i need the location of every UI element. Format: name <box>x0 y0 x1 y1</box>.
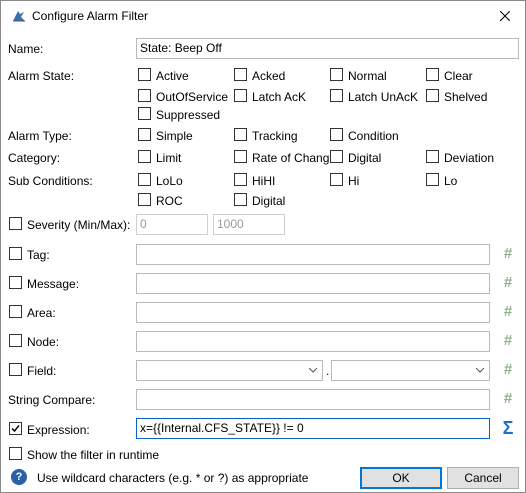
category-deviation-label: Deviation <box>444 151 495 165</box>
sub-condition-roc-label: ROC <box>156 194 183 208</box>
alarm-type-condition-checkbox[interactable] <box>330 128 343 141</box>
severity-max-input[interactable]: 1000 <box>213 214 285 235</box>
field-dropdown-1[interactable] <box>136 360 323 381</box>
alarm-state-outofservice-label: OutOfService <box>156 90 229 104</box>
close-button[interactable] <box>485 1 525 31</box>
name-input[interactable]: State: Beep Off <box>136 38 519 59</box>
severity-checkbox[interactable] <box>9 217 22 230</box>
tag-label: Tag: <box>27 248 50 262</box>
sub-condition-lolo-checkbox[interactable] <box>138 173 151 186</box>
alarm-state-normal-label: Normal <box>348 69 387 83</box>
configure-alarm-filter-dialog: Configure Alarm Filter Name: State: Beep… <box>0 0 526 493</box>
severity-label: Severity (Min/Max): <box>27 218 131 232</box>
alarm-state-suppressed-label: Suppressed <box>156 108 221 122</box>
show-in-runtime-checkbox[interactable] <box>9 447 22 460</box>
help-icon: ? <box>11 469 27 485</box>
sub-condition-digital-checkbox[interactable] <box>234 193 247 206</box>
sub-condition-hi-label: Hi <box>348 174 360 188</box>
alarm-type-tracking-label: Tracking <box>252 129 298 143</box>
message-label: Message: <box>27 277 80 291</box>
alarm-state-active-checkbox[interactable] <box>138 68 151 81</box>
sigma-icon[interactable]: Σ <box>500 419 516 437</box>
severity-min-input[interactable]: 0 <box>136 214 208 235</box>
node-input[interactable] <box>136 331 490 352</box>
category-rate-of-change-checkbox[interactable] <box>234 150 247 163</box>
cancel-button[interactable]: Cancel <box>447 467 519 489</box>
alarm-state-latch-unack-label: Latch UnAcK <box>348 90 419 104</box>
sub-condition-lo-checkbox[interactable] <box>426 173 439 186</box>
area-checkbox[interactable] <box>9 305 22 318</box>
alarm-state-acked-checkbox[interactable] <box>234 68 247 81</box>
tag-input[interactable] <box>136 244 490 265</box>
expression-label: Expression: <box>27 423 90 437</box>
area-label: Area: <box>27 306 56 320</box>
alarm-type-simple-checkbox[interactable] <box>138 128 151 141</box>
alarm-state-suppressed-checkbox[interactable] <box>138 107 151 120</box>
title-bar: Configure Alarm Filter <box>1 1 525 31</box>
sub-condition-hihi-label: HiHI <box>252 174 276 188</box>
category-deviation-checkbox[interactable] <box>426 150 439 163</box>
alarm-type-tracking-checkbox[interactable] <box>234 128 247 141</box>
sub-condition-hi-checkbox[interactable] <box>330 173 343 186</box>
alarm-state-outofservice-checkbox[interactable] <box>138 89 151 102</box>
alarm-state-clear-checkbox[interactable] <box>426 68 439 81</box>
window-title: Configure Alarm Filter <box>32 9 149 23</box>
alarm-state-latch-ack-label: Latch AcK <box>252 90 307 104</box>
checkmark-icon <box>11 425 20 433</box>
alarm-state-shelved-label: Shelved <box>444 90 488 104</box>
alarm-state-acked-label: Acked <box>252 69 286 83</box>
alarm-state-label: Alarm State: <box>8 69 75 83</box>
category-limit-checkbox[interactable] <box>138 150 151 163</box>
name-label: Name: <box>8 42 44 56</box>
tag-checkbox[interactable] <box>9 247 22 260</box>
category-limit-label: Limit <box>156 151 182 165</box>
string-compare-hash-icon[interactable]: # <box>501 391 515 406</box>
message-checkbox[interactable] <box>9 276 22 289</box>
sub-condition-digital-label: Digital <box>252 194 286 208</box>
category-rate-of-change-label: Rate of Chang <box>252 151 330 165</box>
sub-condition-lo-label: Lo <box>444 174 458 188</box>
area-hash-icon[interactable]: # <box>501 304 515 319</box>
category-label: Category: <box>8 151 61 165</box>
node-label: Node: <box>27 335 60 349</box>
expression-input[interactable]: x={{Internal.CFS_STATE}} != 0 <box>136 418 490 439</box>
message-hash-icon[interactable]: # <box>501 275 515 290</box>
area-input[interactable] <box>136 302 490 323</box>
node-hash-icon[interactable]: # <box>501 333 515 348</box>
alarm-state-clear-label: Clear <box>444 69 473 83</box>
alarm-state-active-label: Active <box>156 69 189 83</box>
string-compare-label: String Compare: <box>8 393 96 407</box>
chevron-down-icon <box>309 368 317 373</box>
ok-button[interactable]: OK <box>360 467 442 489</box>
field-separator: . <box>326 364 330 378</box>
alarm-type-condition-label: Condition <box>348 129 399 143</box>
field-dropdown-2[interactable] <box>331 360 490 381</box>
field-checkbox[interactable] <box>9 363 22 376</box>
field-hash-icon[interactable]: # <box>501 362 515 377</box>
tag-hash-icon[interactable]: # <box>501 246 515 261</box>
field-label: Field: <box>27 364 57 378</box>
sub-conditions-label: Sub Conditions: <box>8 174 93 188</box>
node-checkbox[interactable] <box>9 334 22 347</box>
message-input[interactable] <box>136 273 490 294</box>
sub-condition-lolo-label: LoLo <box>156 174 183 188</box>
sub-condition-roc-checkbox[interactable] <box>138 193 151 206</box>
string-compare-input[interactable] <box>136 389 490 410</box>
expression-checkbox[interactable] <box>9 422 22 435</box>
alarm-state-normal-checkbox[interactable] <box>330 68 343 81</box>
wildcard-hint: Use wildcard characters (e.g. * or ?) as… <box>37 471 309 485</box>
alarm-state-shelved-checkbox[interactable] <box>426 89 439 102</box>
category-digital-checkbox[interactable] <box>330 150 343 163</box>
alarm-state-latch-unack-checkbox[interactable] <box>330 89 343 102</box>
alarm-type-simple-label: Simple <box>156 129 193 143</box>
close-icon <box>500 11 510 21</box>
chevron-down-icon <box>476 368 484 373</box>
category-digital-label: Digital <box>348 151 382 165</box>
app-icon <box>13 11 25 22</box>
sub-condition-hihi-checkbox[interactable] <box>234 173 247 186</box>
alarm-state-latch-ack-checkbox[interactable] <box>234 89 247 102</box>
alarm-type-label: Alarm Type: <box>8 129 72 143</box>
show-in-runtime-label: Show the filter in runtime <box>27 448 160 462</box>
